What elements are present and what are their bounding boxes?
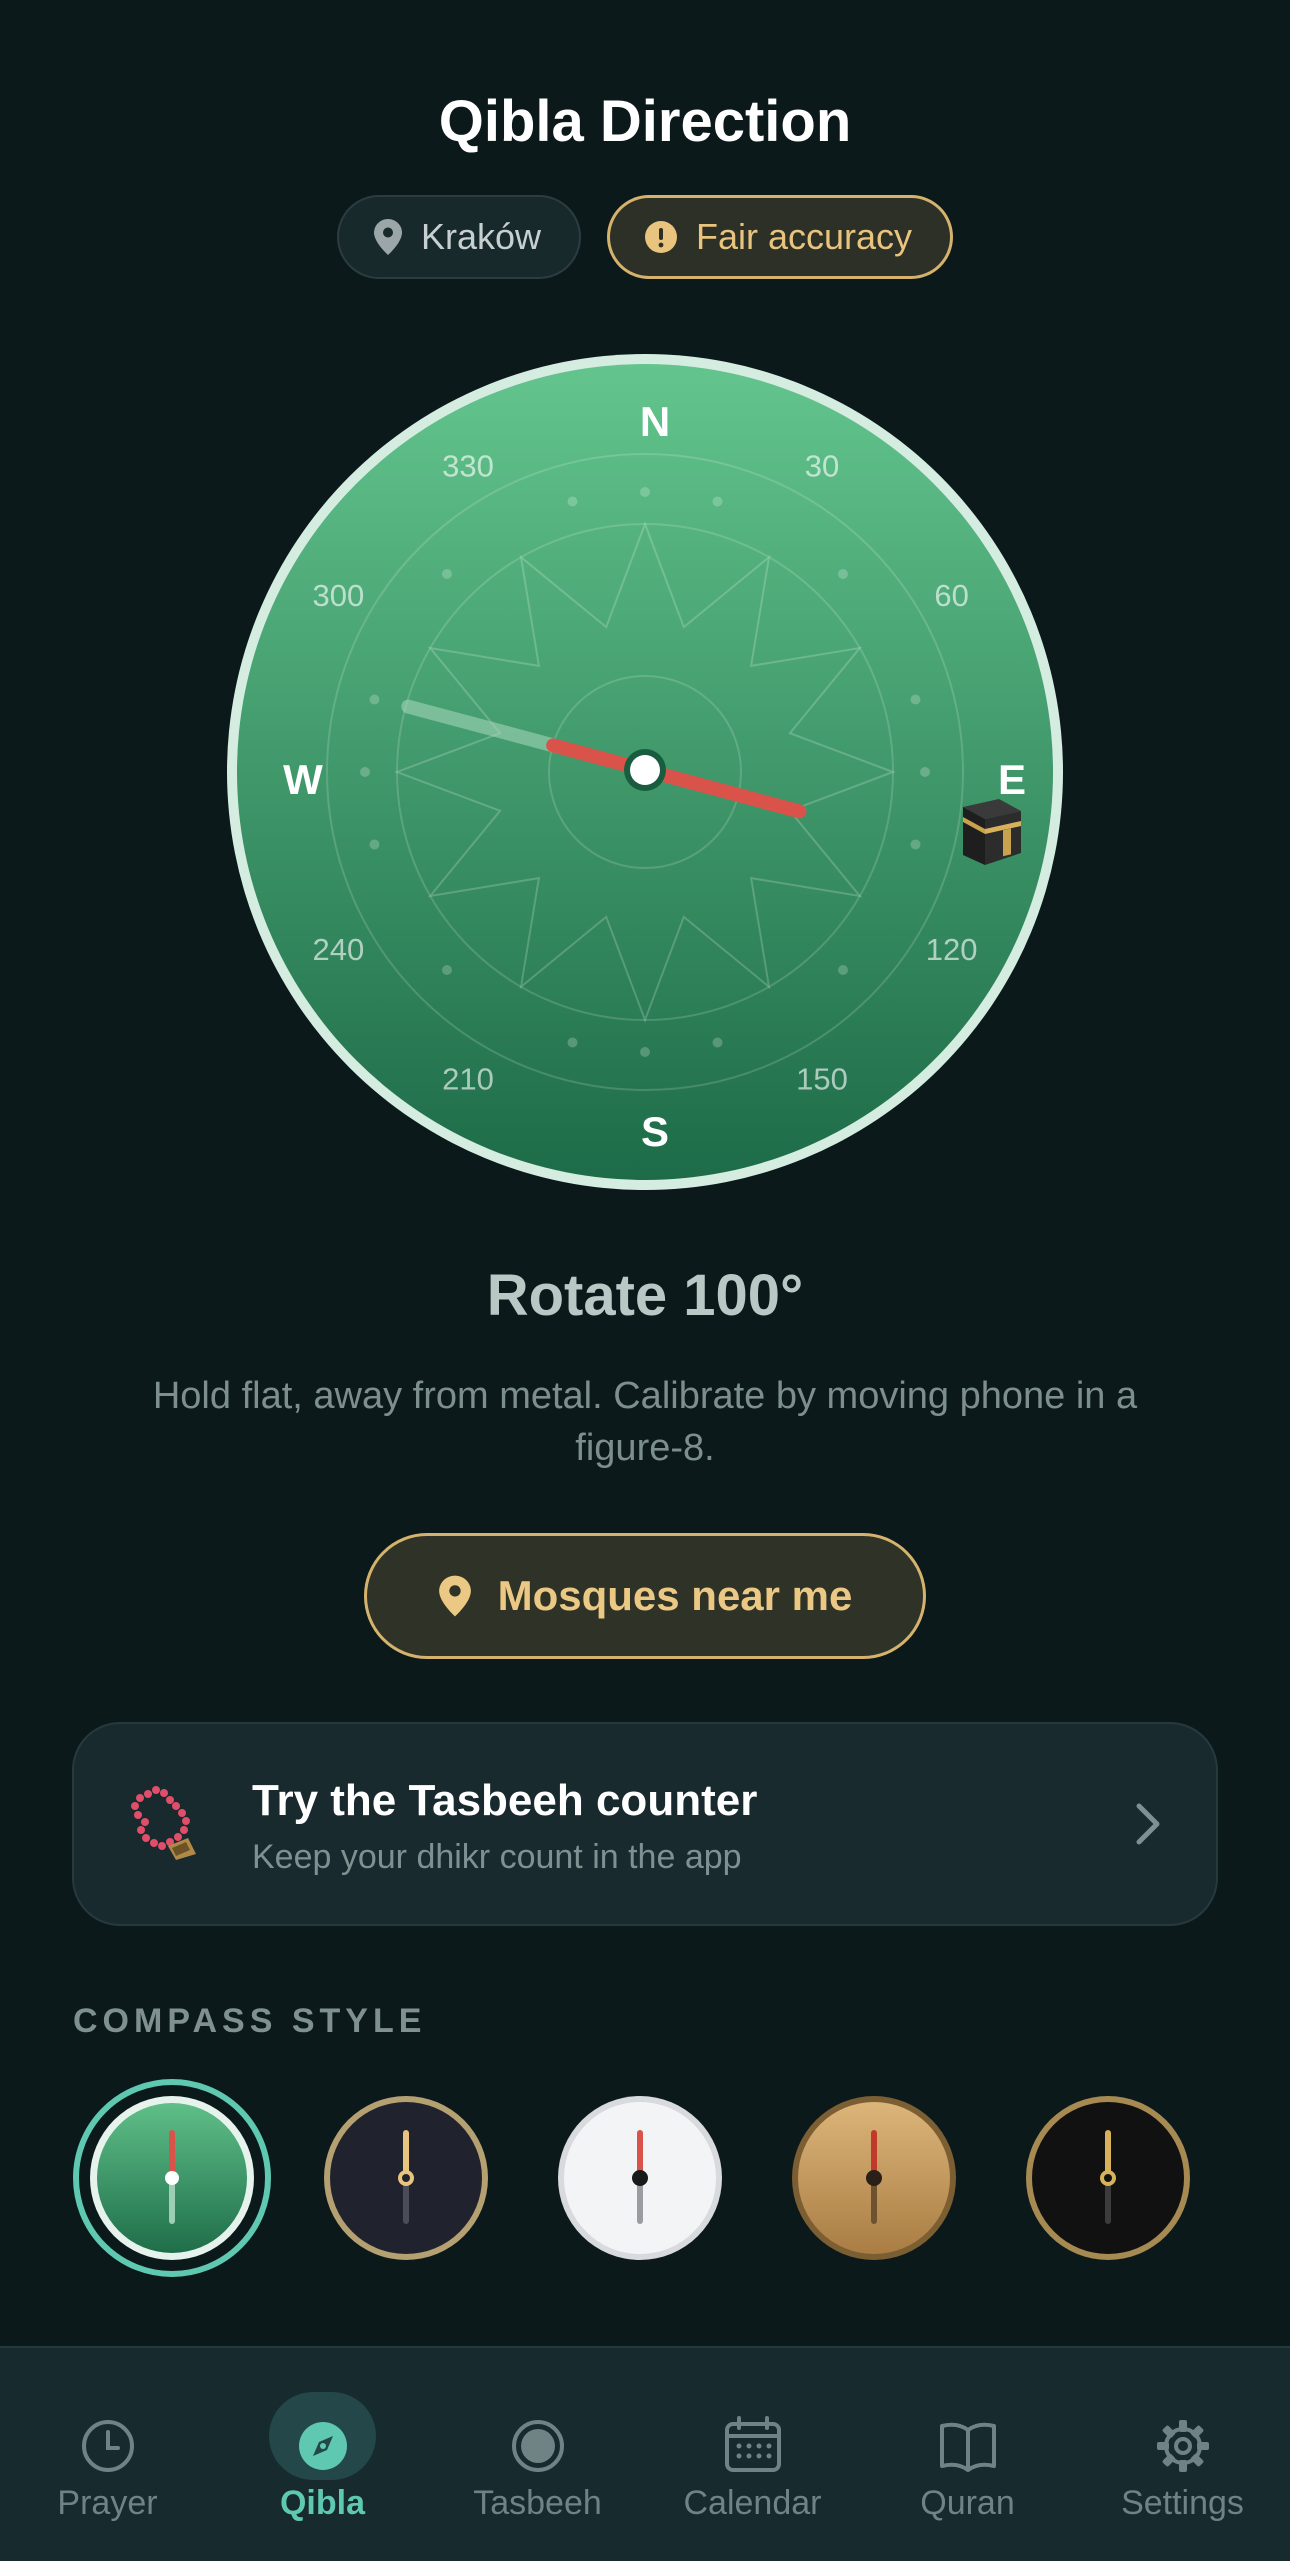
tab-tasbeeh[interactable]: Tasbeeh: [430, 2348, 645, 2561]
prayer-beads-icon: [131, 1786, 196, 1860]
tab-prayer-label: Prayer: [57, 2484, 158, 2522]
cardinal-n: N: [640, 398, 670, 445]
bottom-tab-bar: Prayer Qibla Tasbeeh Calendar Quran Sett…: [0, 2346, 1290, 2561]
degree-label: 300: [313, 578, 365, 613]
compass-style-navy[interactable]: [306, 2078, 506, 2278]
tick-dot: [567, 1037, 578, 1048]
tab-calendar-label: Calendar: [683, 2484, 822, 2522]
tasbeeh-icon: [512, 2420, 564, 2472]
needle-pivot: [630, 755, 660, 785]
status-chips: Kraków Fair accuracy: [0, 195, 1290, 279]
tasbeeh-card-title: Try the Tasbeeh counter: [252, 1776, 758, 1825]
tick-dot: [442, 569, 452, 579]
tasbeeh-card-subtitle: Keep your dhikr count in the app: [252, 1838, 742, 1876]
mosques-button-label: Mosques near me: [497, 1572, 853, 1619]
tab-settings-label: Settings: [1121, 2484, 1244, 2522]
book-icon: [940, 2422, 996, 2472]
warning-icon: [644, 221, 677, 253]
chevron-right-icon: [1136, 1803, 1160, 1845]
tick-dot: [910, 694, 921, 705]
tasbeeh-promo-card[interactable]: Try the Tasbeeh counter Keep your dhikr …: [72, 1722, 1218, 1926]
calibration-hint: Hold flat, away from metal. Calibrate by…: [152, 1375, 1138, 1469]
compass-style-picker: [72, 2078, 1218, 2278]
tick-dot: [712, 496, 723, 507]
tab-quran-label: Quran: [920, 2484, 1015, 2522]
tab-tasbeeh-label: Tasbeeh: [473, 2484, 602, 2522]
tab-quran[interactable]: Quran: [860, 2348, 1075, 2561]
degree-label: 60: [934, 578, 968, 613]
tick-dot: [838, 569, 848, 579]
tab-settings[interactable]: Settings: [1075, 2348, 1290, 2561]
page-title: Qibla Direction: [438, 89, 852, 154]
mosques-near-me-button[interactable]: Mosques near me: [364, 1533, 926, 1659]
degree-label: 120: [926, 932, 978, 967]
compass-icon: [299, 2422, 347, 2470]
compass-style-white[interactable]: [540, 2078, 740, 2278]
tab-prayer[interactable]: Prayer: [0, 2348, 215, 2561]
tab-calendar[interactable]: Calendar: [645, 2348, 860, 2561]
location-pin-icon: [373, 219, 402, 255]
compass-style-black[interactable]: [1008, 2078, 1208, 2278]
tick-dot: [920, 767, 930, 777]
location-chip-label: Kraków: [420, 216, 541, 257]
tick-dot: [369, 839, 380, 850]
calendar-icon: [725, 2416, 781, 2472]
tick-dot: [442, 965, 452, 975]
cardinal-e: E: [998, 756, 1026, 803]
location-pin-icon: [438, 1575, 471, 1617]
degree-label: 240: [313, 932, 365, 967]
compass-style-gold[interactable]: [774, 2078, 974, 2278]
degree-label: 30: [805, 448, 839, 483]
tick-dot: [910, 839, 921, 850]
qibla-compass: 30 60 120 150 210 240 300 330 N E S W: [227, 354, 1063, 1190]
tick-dot: [567, 496, 578, 507]
cardinal-w: W: [283, 756, 323, 803]
gear-icon: [1157, 2420, 1209, 2472]
tick-dot: [640, 487, 650, 497]
accuracy-chip[interactable]: Fair accuracy: [606, 195, 954, 279]
kaaba-icon: [963, 799, 1021, 865]
tick-dot: [712, 1037, 723, 1048]
rotate-instruction: Rotate 100°: [486, 1263, 804, 1328]
degree-label: 150: [796, 1062, 848, 1097]
tick-dot: [838, 965, 848, 975]
tick-dot: [360, 767, 370, 777]
degree-label: 210: [442, 1062, 494, 1097]
tab-qibla[interactable]: Qibla: [215, 2348, 430, 2561]
accuracy-chip-label: Fair accuracy: [695, 216, 913, 257]
location-chip[interactable]: Kraków: [336, 195, 581, 279]
clock-icon: [82, 2420, 134, 2472]
compass-style-heading: COMPASS STYLE: [73, 2002, 427, 2040]
compass-style-green[interactable]: [72, 2078, 272, 2278]
tick-dot: [369, 694, 380, 705]
tab-qibla-label: Qibla: [279, 2484, 366, 2522]
degree-label: 330: [442, 448, 494, 483]
tick-dot: [640, 1047, 650, 1057]
cardinal-s: S: [641, 1108, 669, 1155]
